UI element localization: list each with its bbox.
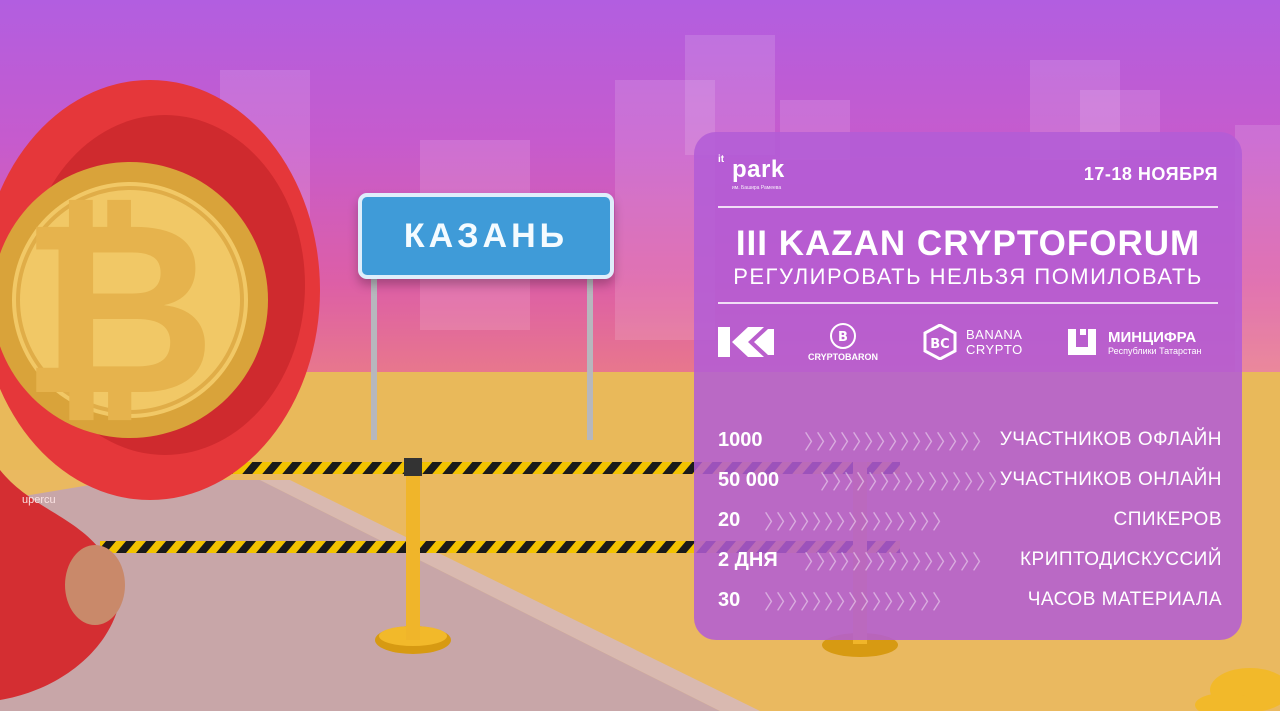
city-sign-text: КАЗАНЬ [403, 216, 569, 255]
event-title: III KAZAN CRYPTOFORUM [735, 224, 1201, 263]
chevron-arrows-icon: 〉〉〉〉〉〉〉〉〉〉〉〉〉〉〉 [764, 511, 954, 534]
k-logo-icon [718, 327, 774, 357]
logo-caption: им. Башира Рамеева [732, 185, 782, 191]
cryptobaron-logo-icon: B [830, 323, 856, 349]
poster-scene: ₿ upercu КАЗАНЬ it park им. Башира Рамее… [0, 0, 1280, 711]
chevron-arrows-icon: 〉〉〉〉〉〉〉〉〉〉〉〉〉〉〉 [764, 591, 954, 614]
partner-k [718, 322, 774, 362]
svg-text:BC: BC [930, 337, 949, 352]
mincifra-logo-icon [1068, 329, 1096, 355]
chevron-arrows-icon: 〉〉〉〉〉〉〉〉〉〉〉〉〉〉〉 [820, 471, 1000, 494]
sign-pole-right [587, 270, 593, 440]
bitcoin-icon: ₿ [20, 169, 216, 449]
banana-crypto-label-1: BANANA [966, 327, 1023, 342]
stat-value: 30 [718, 588, 741, 611]
stat-row: 1000 〉〉〉〉〉〉〉〉〉〉〉〉〉〉〉 УЧАСТНИКОВ ОФЛАЙН [718, 420, 1222, 460]
partner-mincifra: МИНЦИФРА Республики Татарстан [1066, 322, 1202, 362]
event-info-panel: it park им. Башира Рамеева 17-18 НОЯБРЯ … [694, 132, 1242, 640]
cryptobaron-label: CRYPTOBARON [808, 352, 879, 362]
stat-row: 50 000 〉〉〉〉〉〉〉〉〉〉〉〉〉〉〉 УЧАСТНИКОВ ОНЛАЙН [718, 460, 1222, 500]
partner-cryptobaron: B CRYPTOBARON [808, 322, 878, 362]
stat-label: УЧАСТНИКОВ ОФЛАЙН [999, 429, 1222, 450]
sign-pole-left [371, 270, 377, 440]
chevron-arrows-icon: 〉〉〉〉〉〉〉〉〉〉〉〉〉〉〉 [804, 431, 994, 454]
stat-value: 1000 [718, 428, 763, 451]
divider-top [718, 206, 1218, 208]
mincifra-sublabel: Республики Татарстан [1108, 345, 1202, 356]
stat-label: КРИПТОДИСКУССИЙ [1019, 549, 1222, 570]
partner-banana-crypto: BC BANANA CRYPTO [922, 322, 1023, 362]
stat-label: СПИКЕРОВ [1113, 509, 1222, 530]
divider-bottom [718, 302, 1218, 304]
stat-row: 20 〉〉〉〉〉〉〉〉〉〉〉〉〉〉〉 СПИКЕРОВ [718, 500, 1222, 540]
event-subtitle: РЕГУЛИРОВАТЬ НЕЛЬЗЯ ПОМИЛОВАТЬ [733, 264, 1203, 289]
stat-row: 30 〉〉〉〉〉〉〉〉〉〉〉〉〉〉〉 ЧАСОВ МАТЕРИАЛА [718, 580, 1222, 620]
stat-row: 2 ДНЯ 〉〉〉〉〉〉〉〉〉〉〉〉〉〉〉 КРИПТОДИСКУССИЙ [718, 540, 1222, 580]
stat-value: 50 000 [718, 468, 780, 491]
svg-text:B: B [838, 330, 848, 345]
stat-label: ЧАСОВ МАТЕРИАЛА [1027, 589, 1222, 610]
logo-it-text: it [718, 154, 725, 165]
stat-value: 2 ДНЯ [718, 548, 778, 571]
event-date: 17-18 НОЯБРЯ [1083, 164, 1218, 184]
event-stats: 1000 〉〉〉〉〉〉〉〉〉〉〉〉〉〉〉 УЧАСТНИКОВ ОФЛАЙН 5… [718, 420, 1222, 620]
banana-crypto-label-2: CRYPTO [966, 342, 1023, 357]
mincifra-label: МИНЦИФРА [1108, 328, 1197, 346]
logo-park-text: park [732, 156, 785, 183]
glove-brand-label: upercu [22, 494, 56, 506]
banana-crypto-logo-icon: BC [923, 324, 957, 360]
stat-label: УЧАСТНИКОВ ОНЛАЙН [999, 469, 1222, 490]
chevron-arrows-icon: 〉〉〉〉〉〉〉〉〉〉〉〉〉〉〉 [804, 551, 994, 574]
stat-value: 20 [718, 508, 741, 531]
city-road-sign: КАЗАНЬ [358, 193, 614, 279]
